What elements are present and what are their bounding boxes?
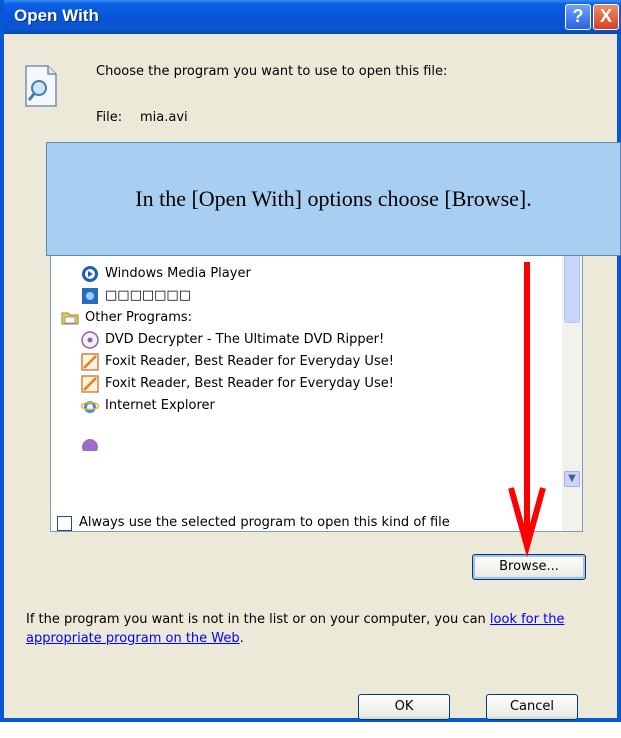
- red-arrow-icon: [508, 262, 546, 558]
